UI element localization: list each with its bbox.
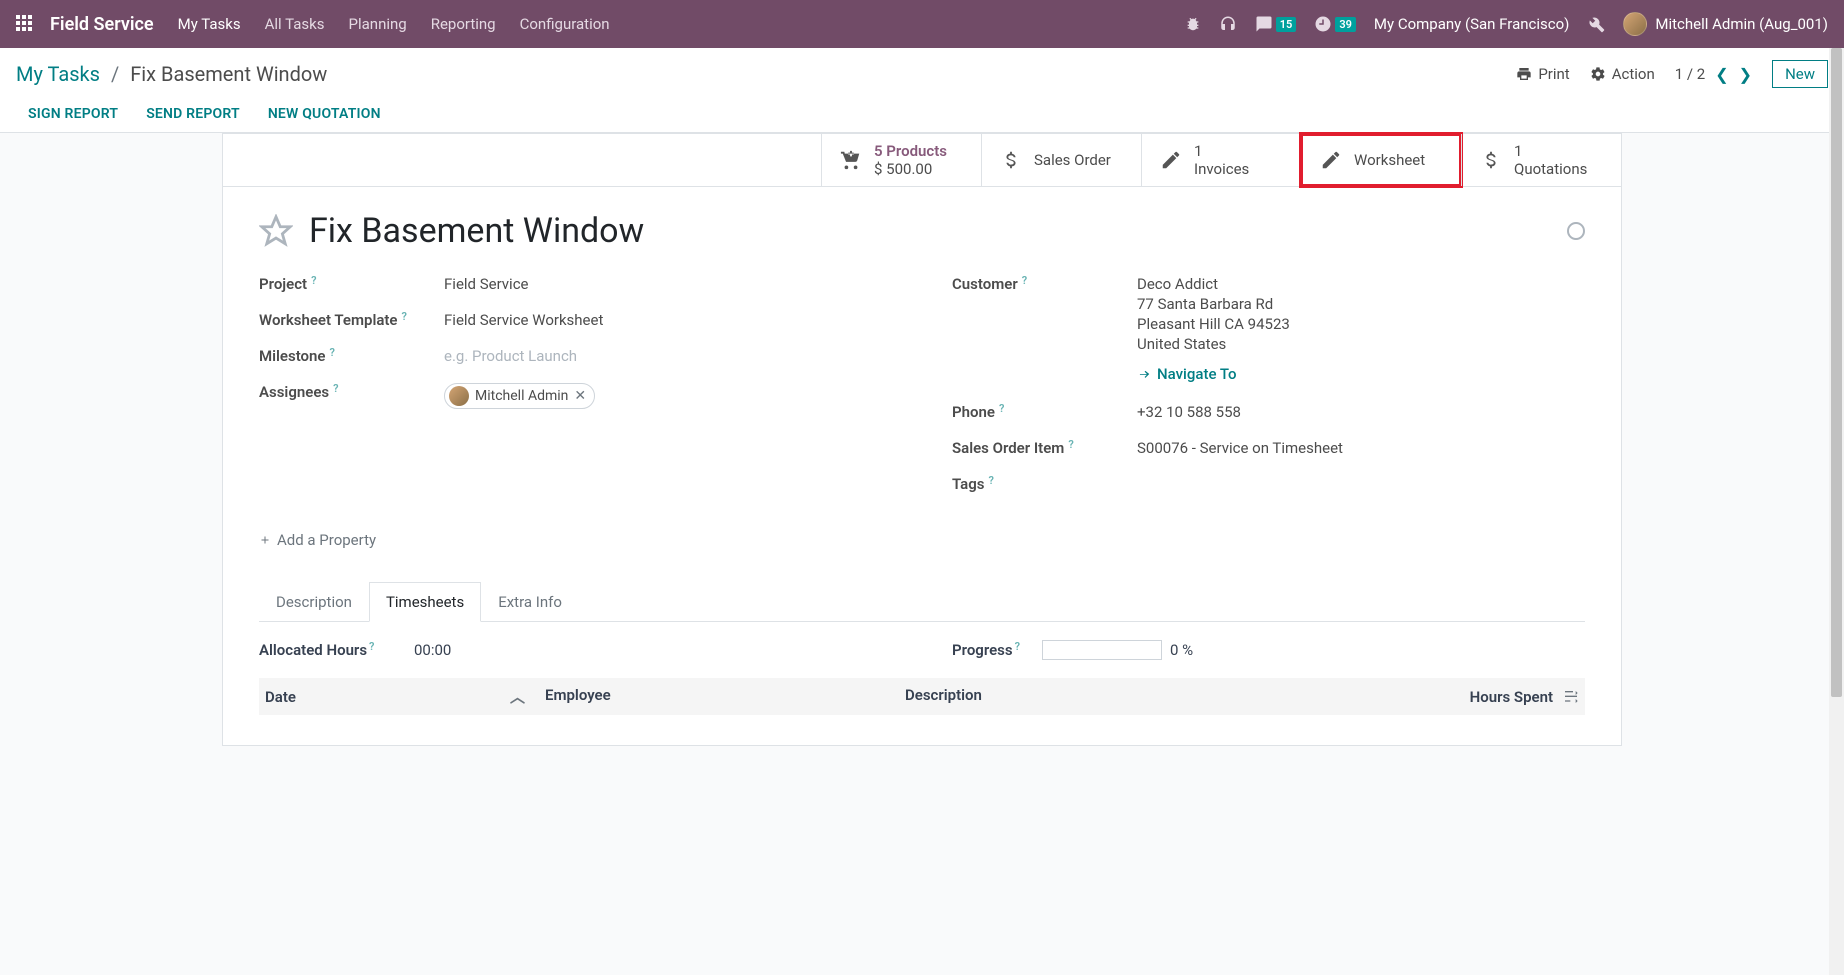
activities-badge: 39 (1335, 17, 1356, 32)
label-allocated-hours: Allocated Hours? (259, 641, 414, 659)
pager-text[interactable]: 1 / 2 (1675, 65, 1706, 83)
value-assignees[interactable]: Mitchell Admin ✕ (444, 383, 892, 410)
task-title[interactable]: Fix Basement Window (309, 211, 1551, 251)
stat-invoices-count: 1 (1194, 142, 1249, 160)
apps-launcher-icon[interactable] (16, 15, 34, 33)
messages-badge: 15 (1276, 17, 1297, 32)
assignee-tag[interactable]: Mitchell Admin ✕ (444, 383, 595, 409)
debug-icon[interactable] (1185, 16, 1201, 32)
th-description[interactable]: Description (905, 686, 1439, 707)
nav-reporting[interactable]: Reporting (431, 15, 496, 33)
plus-icon (259, 534, 271, 546)
tab-timesheets[interactable]: Timesheets (369, 582, 481, 622)
label-customer: Customer? (952, 275, 1137, 293)
nav-my-tasks[interactable]: My Tasks (178, 15, 241, 33)
th-hours[interactable]: Hours Spent (1470, 688, 1553, 706)
stat-quotations[interactable]: 1 Quotations (1461, 134, 1621, 186)
timesheet-header: Date ︿ Employee Description Hours Spent (259, 678, 1585, 715)
navigate-to-link[interactable]: Navigate To (1137, 365, 1237, 383)
pager-prev[interactable]: ❮ (1715, 65, 1728, 84)
avatar (449, 386, 469, 406)
stat-invoices[interactable]: 1 Invoices (1141, 134, 1301, 186)
tab-description[interactable]: Description (259, 582, 369, 622)
assignee-name: Mitchell Admin (475, 388, 568, 404)
value-phone[interactable]: +32 10 588 558 (1137, 403, 1585, 421)
scrollbar[interactable] (1829, 48, 1844, 975)
label-sales-order-item: Sales Order Item? (952, 439, 1137, 457)
stat-button-row: 5 Products $ 500.00 Sales Order 1 Invo (223, 134, 1621, 187)
pager-next[interactable]: ❯ (1739, 65, 1752, 84)
remove-assignee-icon[interactable]: ✕ (574, 388, 586, 404)
stat-products-title: 5 Products (874, 142, 947, 160)
avatar (1623, 12, 1647, 36)
kanban-state-icon[interactable] (1567, 222, 1585, 240)
tools-icon[interactable] (1587, 15, 1605, 33)
stat-sales-order-label: Sales Order (1034, 151, 1111, 169)
tab-extra-info[interactable]: Extra Info (481, 582, 579, 622)
messages-menu[interactable]: 15 (1255, 15, 1297, 33)
value-allocated-hours[interactable]: 00:00 (414, 641, 451, 659)
breadcrumb-separator: / (111, 62, 119, 86)
nav-all-tasks[interactable]: All Tasks (265, 15, 325, 33)
print-button[interactable]: Print (1516, 65, 1569, 83)
action-button[interactable]: Action (1590, 65, 1655, 83)
new-button[interactable]: New (1772, 60, 1828, 88)
dollar-icon (1480, 149, 1502, 171)
user-name: Mitchell Admin (Aug_001) (1655, 15, 1828, 33)
arrow-right-icon (1137, 367, 1151, 381)
pencil-icon (1320, 149, 1342, 171)
app-brand[interactable]: Field Service (50, 14, 154, 35)
nav-planning[interactable]: Planning (349, 15, 407, 33)
stat-products-sub: $ 500.00 (874, 160, 947, 178)
value-customer[interactable]: Deco Addict 77 Santa Barbara Rd Pleasant… (1137, 275, 1585, 385)
label-assignees: Assignees? (259, 383, 444, 401)
tabs: Description Timesheets Extra Info (259, 581, 1585, 622)
nav-configuration[interactable]: Configuration (520, 15, 610, 33)
sign-report-button[interactable]: SIGN REPORT (28, 106, 118, 122)
progress-input[interactable] (1042, 640, 1162, 660)
breadcrumb-current: Fix Basement Window (130, 62, 327, 86)
breadcrumb-root[interactable]: My Tasks (16, 62, 100, 86)
value-project[interactable]: Field Service (444, 275, 892, 293)
print-icon (1516, 66, 1532, 82)
value-sales-order-item[interactable]: S00076 - Service on Timesheet (1137, 439, 1585, 457)
dollar-icon (1000, 149, 1022, 171)
activities-menu[interactable]: 39 (1314, 15, 1356, 33)
new-quotation-button[interactable]: NEW QUOTATION (268, 106, 381, 122)
th-date[interactable]: Date (265, 688, 296, 706)
stat-worksheet[interactable]: Worksheet (1301, 134, 1461, 186)
stat-invoices-label: Invoices (1194, 160, 1249, 178)
value-milestone[interactable]: e.g. Product Launch (444, 347, 892, 365)
label-phone: Phone? (952, 403, 1137, 421)
th-employee[interactable]: Employee (545, 686, 905, 707)
breadcrumb: My Tasks / Fix Basement Window (16, 62, 327, 86)
columns-settings-icon[interactable] (1563, 689, 1579, 705)
gear-icon (1590, 66, 1606, 82)
user-menu[interactable]: Mitchell Admin (Aug_001) (1623, 12, 1828, 36)
sort-asc-icon[interactable]: ︿ (510, 686, 525, 707)
company-switcher[interactable]: My Company (San Francisco) (1374, 15, 1569, 33)
label-milestone: Milestone? (259, 347, 444, 365)
stat-quotations-label: Quotations (1514, 160, 1587, 178)
label-tags: Tags? (952, 475, 1137, 493)
value-worksheet-template[interactable]: Field Service Worksheet (444, 311, 892, 329)
stat-worksheet-label: Worksheet (1354, 151, 1425, 169)
add-property-button[interactable]: Add a Property (259, 531, 376, 549)
priority-star-icon[interactable] (259, 214, 293, 248)
label-progress: Progress? (952, 641, 1042, 659)
label-worksheet-template: Worksheet Template? (259, 311, 444, 329)
label-project: Project? (259, 275, 444, 293)
value-progress: 0 % (1170, 641, 1193, 659)
cart-icon (840, 149, 862, 171)
stat-products[interactable]: 5 Products $ 500.00 (821, 134, 981, 186)
send-report-button[interactable]: SEND REPORT (146, 106, 240, 122)
edit-icon (1160, 149, 1182, 171)
pager: 1 / 2 ❮ ❯ (1675, 65, 1752, 84)
stat-sales-order[interactable]: Sales Order (981, 134, 1141, 186)
stat-quotations-count: 1 (1514, 142, 1587, 160)
support-icon[interactable] (1219, 15, 1237, 33)
